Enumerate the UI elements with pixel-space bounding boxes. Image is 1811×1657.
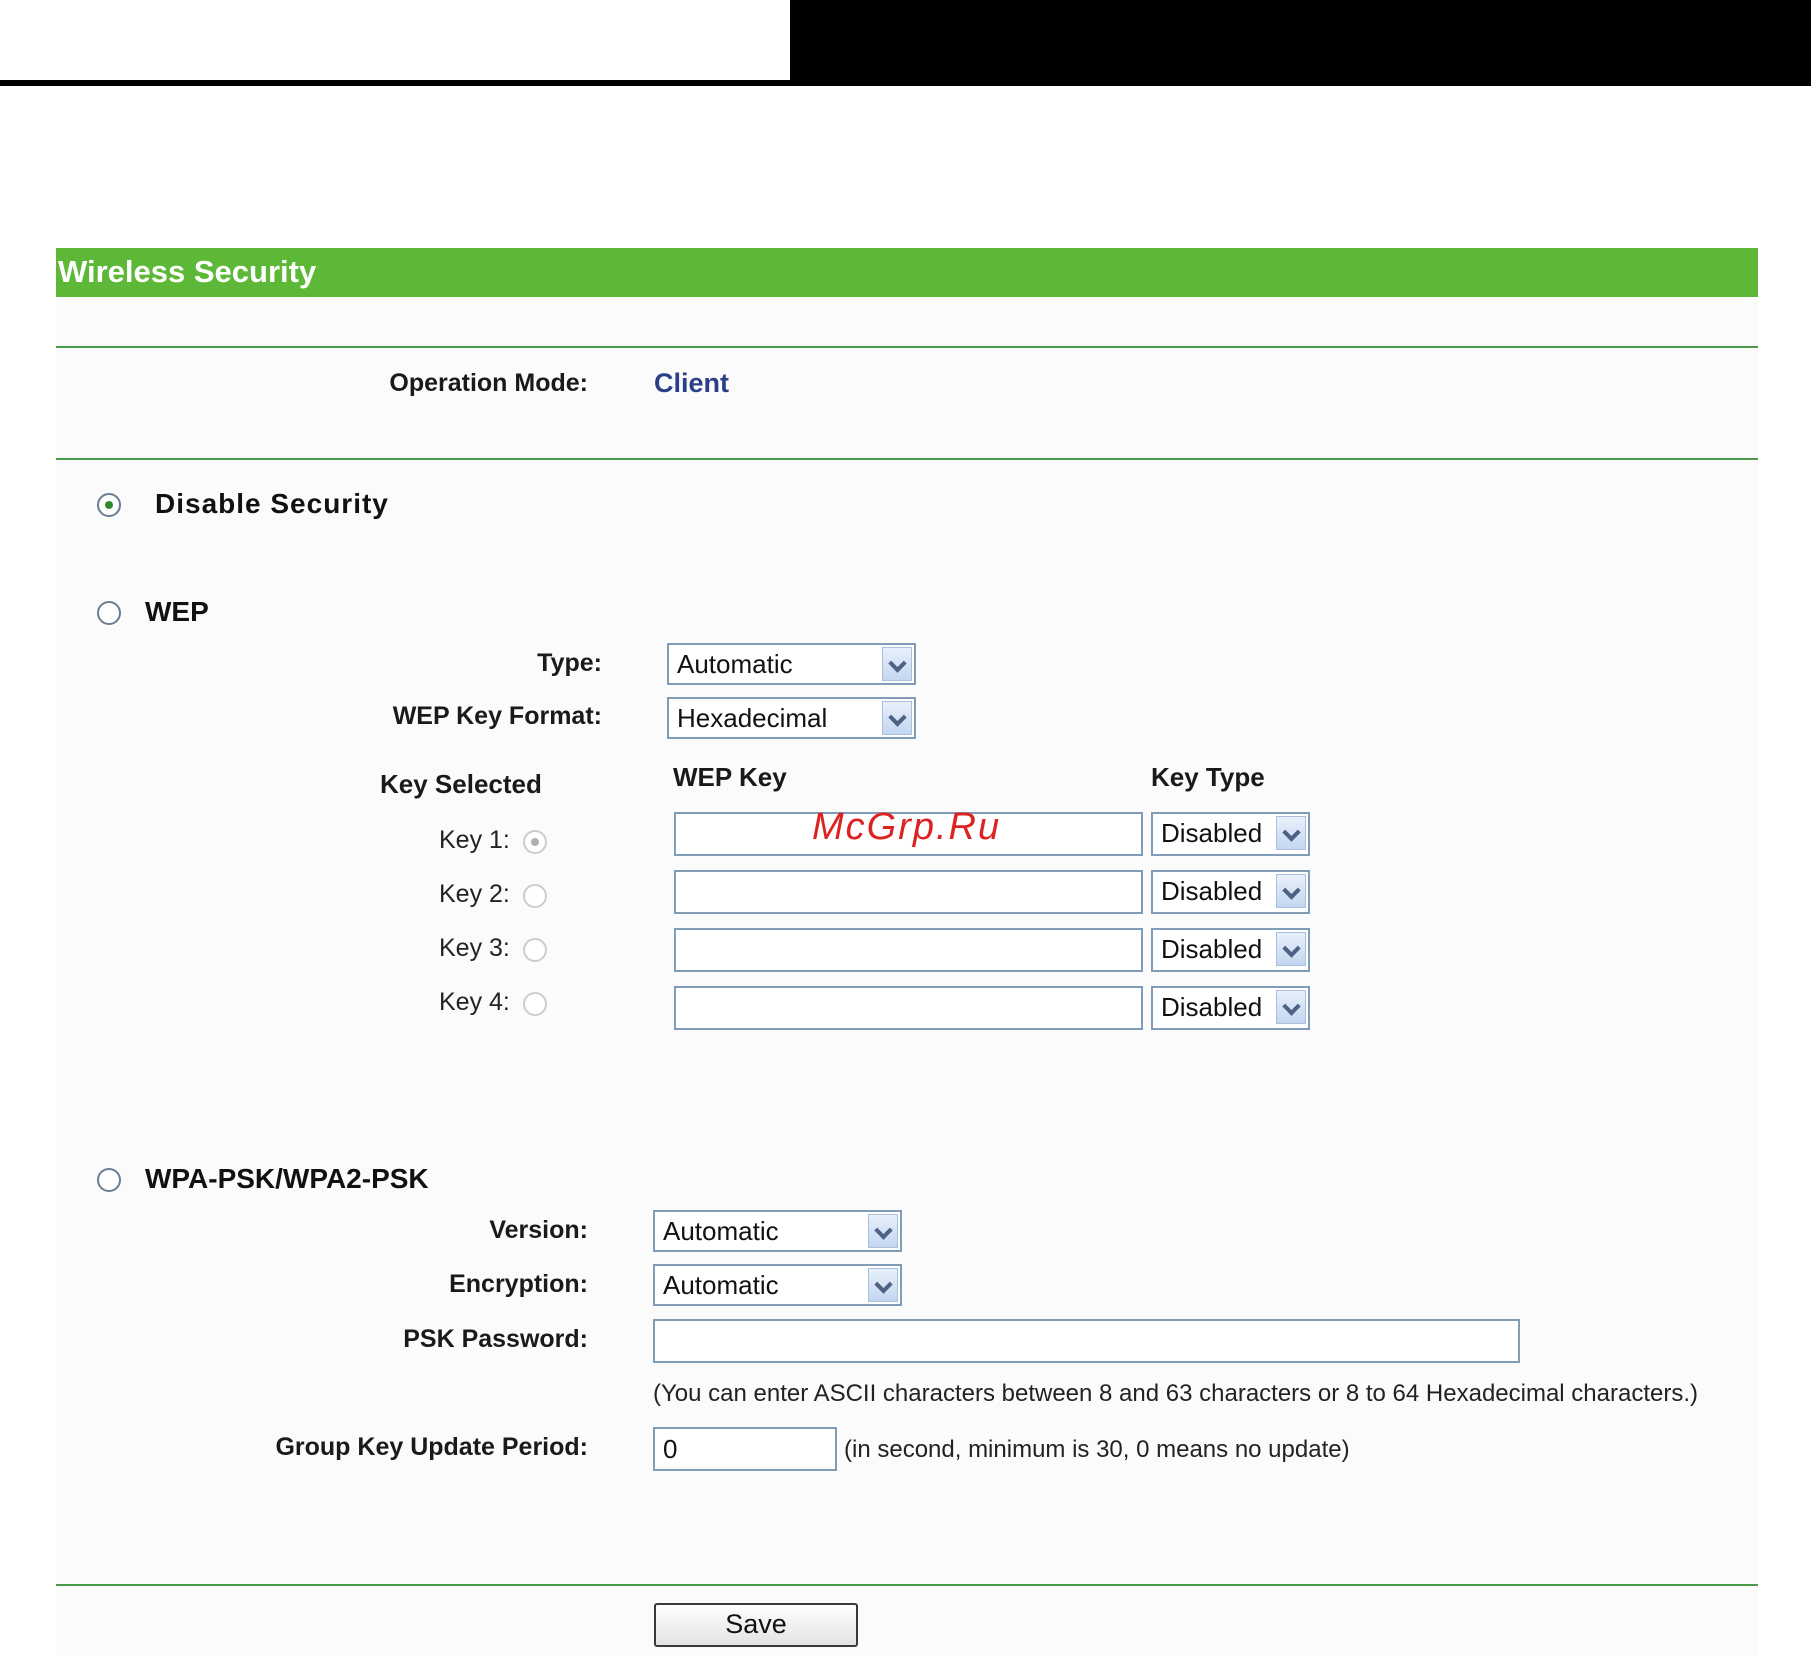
encryption-value: Automatic xyxy=(663,1270,779,1300)
chevron-down-icon xyxy=(1276,816,1306,850)
save-button[interactable]: Save xyxy=(654,1603,858,1647)
key-1-radio[interactable] xyxy=(523,830,547,854)
wep-key-header: WEP Key xyxy=(673,762,787,792)
wep-radio[interactable] xyxy=(97,601,121,625)
group-key-update-label: Group Key Update Period: xyxy=(275,1433,588,1461)
key-3-type-value: Disabled xyxy=(1161,934,1263,964)
psk-password-label: PSK Password: xyxy=(403,1325,588,1353)
chevron-down-icon xyxy=(882,701,912,735)
disable-security-radio[interactable] xyxy=(97,493,121,517)
wep-key-format-label: WEP Key Format: xyxy=(392,702,602,730)
chevron-down-icon xyxy=(1276,874,1306,908)
wep-key-format-select[interactable]: Hexadecimal xyxy=(667,697,916,739)
psk-password-input[interactable] xyxy=(653,1319,1520,1363)
key-3-input[interactable] xyxy=(674,928,1143,972)
key-1-label: Key 1: xyxy=(439,826,510,854)
divider xyxy=(56,458,1758,460)
key-2-radio[interactable] xyxy=(523,884,547,908)
wep-label: WEP xyxy=(145,596,209,627)
chevron-down-icon xyxy=(868,1268,898,1302)
divider xyxy=(56,346,1758,348)
page-title: Wireless Security xyxy=(58,254,317,289)
wpa-psk-label: WPA-PSK/WPA2-PSK xyxy=(145,1163,429,1194)
key-type-header: Key Type xyxy=(1151,762,1265,792)
key-2-type-value: Disabled xyxy=(1161,876,1263,906)
key-1-type-select[interactable]: Disabled xyxy=(1151,812,1310,856)
top-rule xyxy=(0,80,790,86)
group-key-update-input[interactable]: 0 xyxy=(653,1427,837,1471)
operation-mode-label: Operation Mode: xyxy=(389,369,588,397)
chevron-down-icon xyxy=(1276,990,1306,1024)
encryption-label: Encryption: xyxy=(449,1270,588,1298)
key-3-label: Key 3: xyxy=(439,934,510,962)
chevron-down-icon xyxy=(868,1214,898,1248)
key-4-type-value: Disabled xyxy=(1161,992,1263,1022)
key-3-type-select[interactable]: Disabled xyxy=(1151,928,1310,972)
disable-security-label: Disable Security xyxy=(155,488,389,519)
wep-type-label: Type: xyxy=(537,649,602,677)
key-1-type-value: Disabled xyxy=(1161,818,1263,848)
key-2-label: Key 2: xyxy=(439,880,510,908)
key-4-type-select[interactable]: Disabled xyxy=(1151,986,1310,1030)
wep-key-format-value: Hexadecimal xyxy=(677,703,828,733)
wpa-psk-radio[interactable] xyxy=(97,1168,121,1192)
watermark: McGrp.Ru xyxy=(812,806,1002,848)
encryption-select[interactable]: Automatic xyxy=(653,1264,902,1306)
key-4-input[interactable] xyxy=(674,986,1143,1030)
wep-type-select[interactable]: Automatic xyxy=(667,643,916,685)
key-2-input[interactable] xyxy=(674,870,1143,914)
key-selected-header: Key Selected xyxy=(380,769,542,799)
chevron-down-icon xyxy=(882,647,912,681)
key-4-radio[interactable] xyxy=(523,992,547,1016)
operation-mode-value: Client xyxy=(654,368,730,398)
group-key-update-note: (in second, minimum is 30, 0 means no up… xyxy=(844,1436,1350,1463)
key-2-type-select[interactable]: Disabled xyxy=(1151,870,1310,914)
chevron-down-icon xyxy=(1276,932,1306,966)
version-label: Version: xyxy=(489,1216,588,1244)
wep-type-value: Automatic xyxy=(677,649,793,679)
key-3-radio[interactable] xyxy=(523,938,547,962)
divider xyxy=(56,1584,1758,1586)
version-value: Automatic xyxy=(663,1216,779,1246)
key-4-label: Key 4: xyxy=(439,988,510,1016)
psk-password-note: (You can enter ASCII characters between … xyxy=(653,1380,1699,1407)
top-black-band xyxy=(790,0,1811,86)
version-select[interactable]: Automatic xyxy=(653,1210,902,1252)
